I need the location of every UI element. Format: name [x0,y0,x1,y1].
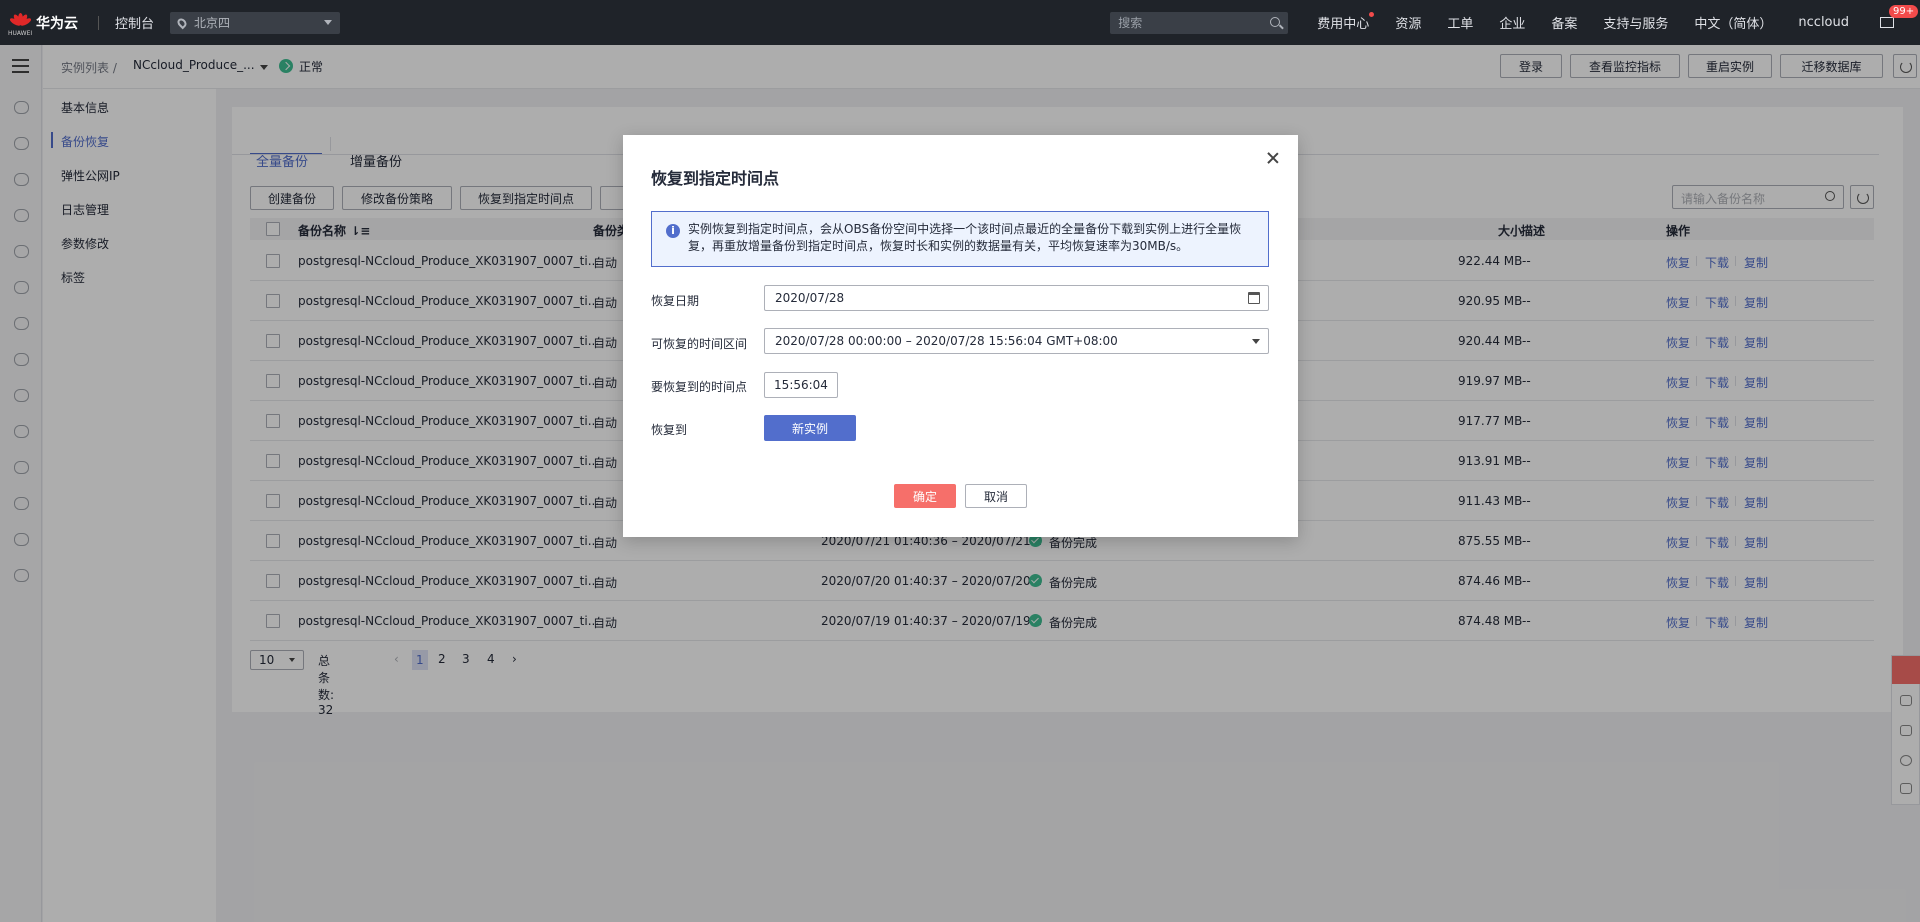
close-icon[interactable] [1266,151,1280,165]
logo-subtext: HUAWEI [8,30,33,37]
new-instance-button[interactable]: 新实例 [764,415,856,441]
nav-tickets[interactable]: 工单 [1447,13,1473,32]
notification-dot [1369,12,1375,17]
restore-time-label: 要恢复到的时间点 [651,380,748,394]
console-link[interactable]: 控制台 [115,13,154,32]
region-selector[interactable]: 北京四 [170,11,341,34]
info-icon: i [666,224,680,238]
nav-support[interactable]: 支持与服务 [1603,13,1668,32]
region-label: 北京四 [194,16,231,30]
range-value: 2020/07/28 00:00:00 – 2020/07/28 15:56:0… [775,334,1118,348]
dialog-title: 恢复到指定时间点 [651,169,780,188]
nav-filing[interactable]: 备案 [1551,13,1577,32]
restore-date-field[interactable]: 2020/07/28 [764,285,1269,311]
brand-name: 华为云 [36,15,78,32]
nav-user[interactable]: nccloud [1798,15,1849,30]
location-pin-icon [175,16,189,29]
huawei-logo[interactable]: HUAWEI 华为云 [0,0,82,45]
restore-date-label: 恢复日期 [651,294,700,308]
range-select[interactable]: 2020/07/28 00:00:00 – 2020/07/28 15:56:0… [764,328,1269,354]
range-label: 可恢复的时间区间 [651,337,748,351]
nav-divider [98,15,99,30]
nav-language[interactable]: 中文（简体） [1694,13,1772,32]
search-icon[interactable] [1270,16,1281,27]
restore-time-input[interactable]: 15:56:04 [764,372,838,398]
nav-enterprise[interactable]: 企业 [1499,13,1525,32]
nav-resources[interactable]: 资源 [1395,13,1421,32]
global-search-input[interactable]: 搜索 [1110,11,1289,34]
top-nav-bar: HUAWEI 华为云 控制台 北京四 搜索 费用中心 资源 工单 企业 备案 支… [0,0,1920,45]
confirm-button[interactable]: 确定 [894,484,956,508]
restore-to-point-dialog: 恢复到指定时间点 i 实例恢复到指定时间点，会从OBS备份空间中选择一个该时间点… [623,135,1298,537]
chevron-down-icon [324,19,333,25]
mail-icon[interactable]: 99+ [1880,5,1919,28]
calendar-icon[interactable] [1248,292,1260,304]
mail-badge: 99+ [1889,5,1919,18]
info-text: 实例恢复到指定时间点，会从OBS备份空间中选择一个该时间点最近的全量备份下载到实… [688,222,1242,253]
restore-target-label: 恢复到 [651,423,688,437]
nav-billing-label: 费用中心 [1317,17,1370,32]
info-banner: i 实例恢复到指定时间点，会从OBS备份空间中选择一个该时间点最近的全量备份下载… [651,211,1269,267]
cancel-button[interactable]: 取消 [965,484,1027,508]
global-search-placeholder: 搜索 [1118,16,1143,30]
nav-billing[interactable]: 费用中心 [1317,12,1375,32]
restore-date-value: 2020/07/28 [775,291,845,305]
chevron-down-icon [1252,339,1260,344]
